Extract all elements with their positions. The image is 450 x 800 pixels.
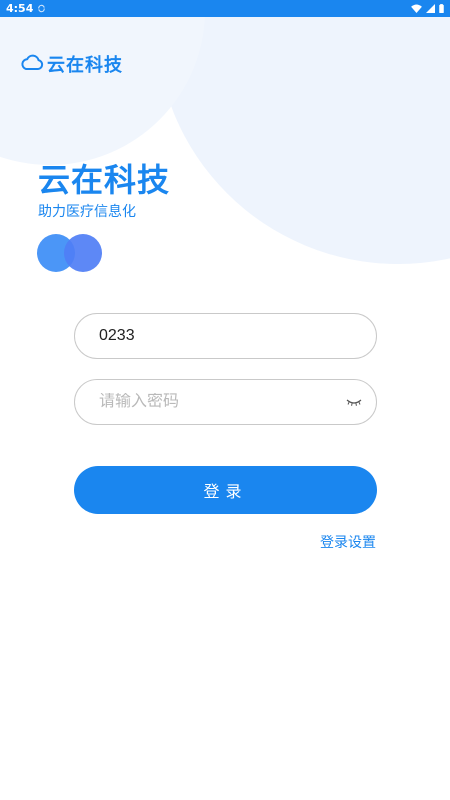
hero-decoration (37, 234, 103, 272)
hero-title: 云在科技 (38, 161, 171, 199)
username-field (74, 313, 377, 359)
login-screen: 4:54 云在科技 云在科技 助力医疗信息化 0233 登录 登录设置 (0, 0, 450, 800)
brand-logo-text: 云在科技 (47, 55, 123, 76)
signal-icon (426, 4, 435, 13)
password-field (74, 379, 377, 425)
sync-icon (37, 4, 46, 13)
brand-logo: 云在科技 (20, 51, 123, 77)
wifi-icon (411, 4, 422, 13)
username-input[interactable] (99, 327, 352, 345)
login-button[interactable]: 登录 (74, 466, 377, 514)
cloud-icon (20, 53, 44, 75)
status-bar: 4:54 (0, 0, 450, 17)
password-input[interactable] (99, 393, 352, 411)
login-settings-link[interactable]: 登录设置 (320, 532, 376, 552)
status-time: 4:54 (6, 2, 34, 15)
hero-subtitle: 助力医疗信息化 (38, 204, 136, 220)
decoration-circle-right (64, 234, 102, 272)
eye-closed-icon[interactable] (346, 394, 362, 410)
background-circle-small (0, 0, 205, 165)
battery-icon (439, 4, 444, 13)
